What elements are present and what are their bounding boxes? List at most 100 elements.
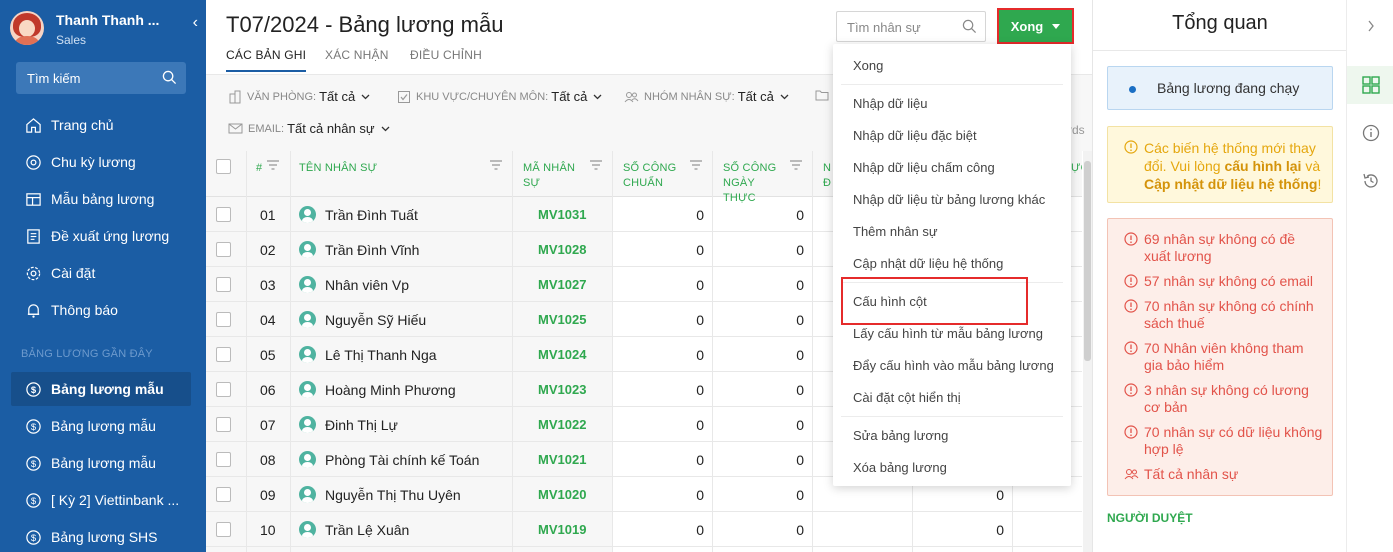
actual-days-cell[interactable]: 0 <box>712 302 804 337</box>
standard-days-cell[interactable]: 0 <box>612 372 704 407</box>
filter-icon[interactable] <box>489 160 503 176</box>
menu-item-edit-payroll[interactable]: Sửa bảng lương <box>853 428 948 443</box>
staff-name-cell[interactable]: Trần Lệ Xuân <box>299 512 409 547</box>
standard-days-cell[interactable]: 0 <box>612 442 704 477</box>
table-row[interactable]: 10 Trần Lệ Xuân MV1019 0 0 0 <box>206 512 1082 547</box>
staff-name-cell[interactable]: Đinh Thị Lự <box>299 407 398 442</box>
tab-records[interactable]: CÁC BẢN GHI <box>226 48 307 72</box>
error-item[interactable]: 70 Nhân viên không tham gia bảo hiểm <box>1124 340 1324 374</box>
error-item[interactable]: 69 nhân sự không có đề xuất lương <box>1124 231 1324 265</box>
filter-office[interactable]: VĂN PHÒNG: Tất cả <box>228 89 370 104</box>
standard-days-cell[interactable]: 0 <box>612 477 704 512</box>
sidebar-recent-item[interactable]: $ Bảng lương mẫu <box>11 446 191 480</box>
staff-code[interactable]: MV1023 <box>538 372 586 407</box>
staff-code[interactable]: MV1019 <box>538 512 586 547</box>
sidebar-item-settings[interactable]: Cài đặt <box>11 256 191 290</box>
sidebar-recent-item[interactable]: $ Bảng lương SHS <box>11 520 191 552</box>
actual-days-cell[interactable]: 0 <box>712 372 804 407</box>
menu-item-import-other-payroll[interactable]: Nhập dữ liệu từ bảng lương khác <box>853 192 1045 207</box>
reconfigure-link[interactable]: cấu hình lại <box>1224 158 1301 174</box>
sidebar-search[interactable]: Tìm kiếm <box>16 62 186 94</box>
tab-adjust[interactable]: ĐIỀU CHỈNH <box>410 48 482 62</box>
staff-name-cell[interactable]: Nhân viên Vp <box>299 267 409 302</box>
actual-days-cell[interactable]: 0 <box>712 442 804 477</box>
sidebar-item-cycle[interactable]: Chu kỳ lương <box>11 145 191 179</box>
staff-name-cell[interactable]: Trần Đình Tuất <box>299 197 418 232</box>
menu-item-import-data[interactable]: Nhập dữ liệu <box>853 96 927 111</box>
sidebar-recent-item[interactable]: $ Bảng lương mẫu <box>11 372 191 406</box>
staff-name-cell[interactable]: Phòng Tài chính kế Toán <box>299 442 479 477</box>
sidebar-recent-item[interactable]: $ Bảng lương mẫu <box>11 409 191 443</box>
standard-days-cell[interactable]: 0 <box>612 232 704 267</box>
staff-code[interactable]: MV1028 <box>538 232 586 267</box>
update-system-data-link[interactable]: Cập nhật dữ liệu hệ thống <box>1144 176 1317 192</box>
row-checkbox[interactable] <box>216 302 231 337</box>
staff-name-cell[interactable]: Nguyễn Thị Thu Uyên <box>299 477 461 512</box>
standard-days-cell[interactable]: 0 <box>612 267 704 302</box>
standard-days-cell[interactable]: 0 <box>612 197 704 232</box>
row-checkbox[interactable] <box>216 337 231 372</box>
chevron-right-icon[interactable] <box>1347 12 1393 40</box>
info-icon[interactable] <box>1347 120 1393 146</box>
staff-code[interactable]: MV1021 <box>538 442 586 477</box>
staff-code[interactable]: MV1022 <box>538 407 586 442</box>
staff-name-cell[interactable]: Hoàng Minh Phương <box>299 372 456 407</box>
value-cell[interactable]: 0 <box>912 512 1004 547</box>
row-checkbox[interactable] <box>216 267 231 302</box>
staff-code[interactable]: MV1031 <box>538 197 586 232</box>
scrollbar-thumb[interactable] <box>1084 161 1091 361</box>
standard-days-cell[interactable]: 0 <box>612 302 704 337</box>
menu-item-add-staff[interactable]: Thêm nhân sự <box>853 224 938 239</box>
filter-icon[interactable] <box>266 160 280 176</box>
staff-code[interactable]: MV1024 <box>538 337 586 372</box>
staff-code[interactable]: MV1025 <box>538 302 586 337</box>
sidebar-item-notifications[interactable]: Thông báo <box>11 293 191 327</box>
row-checkbox[interactable] <box>216 232 231 267</box>
row-checkbox[interactable] <box>216 372 231 407</box>
table-scrollbar[interactable] <box>1083 151 1092 552</box>
staff-name-cell[interactable]: Nguyễn Sỹ Hiếu <box>299 302 426 337</box>
sidebar-item-template[interactable]: Mẫu bảng lương <box>11 182 191 216</box>
user-profile[interactable]: Thanh Thanh ... Sales ‹ <box>10 9 200 49</box>
row-checkbox[interactable] <box>216 197 231 232</box>
row-checkbox[interactable] <box>216 512 231 547</box>
menu-item-update-system-data[interactable]: Cập nhật dữ liệu hệ thống <box>853 256 1003 271</box>
actual-days-cell[interactable]: 0 <box>712 232 804 267</box>
error-item[interactable]: 70 nhân sự không có chính sách thuế <box>1124 298 1324 332</box>
history-icon[interactable] <box>1347 168 1393 194</box>
grid-view-icon[interactable] <box>1347 66 1393 104</box>
staff-code[interactable]: MV1020 <box>538 477 586 512</box>
error-item[interactable]: 70 nhân sự có dữ liệu không hợp lệ <box>1124 424 1324 458</box>
filter-email[interactable]: EMAIL: Tất cả nhân sự <box>228 121 390 136</box>
actual-days-cell[interactable]: 0 <box>712 477 804 512</box>
actual-days-cell[interactable]: 0 <box>712 337 804 372</box>
filter-region[interactable]: KHU VỰC/CHUYÊN MÔN: Tất cả <box>397 89 602 104</box>
collapse-sidebar-icon[interactable]: ‹ <box>193 14 198 32</box>
standard-days-cell[interactable]: 0 <box>612 407 704 442</box>
done-button[interactable]: Xong <box>997 8 1074 44</box>
menu-item-push-config-to-template[interactable]: Đẩy cấu hình vào mẫu bảng lương <box>853 358 1054 373</box>
search-input[interactable]: Tìm nhân sự <box>836 11 986 42</box>
error-item[interactable]: 3 nhân sự không có lương cơ bản <box>1124 382 1324 416</box>
filter-icon[interactable] <box>789 160 803 176</box>
standard-days-cell[interactable]: 0 <box>612 337 704 372</box>
menu-item-import-special[interactable]: Nhập dữ liệu đặc biệt <box>853 128 977 143</box>
standard-days-cell[interactable]: 0 <box>612 512 704 547</box>
row-checkbox[interactable] <box>216 407 231 442</box>
actual-days-cell[interactable]: 0 <box>712 267 804 302</box>
actual-days-cell[interactable]: 0 <box>712 407 804 442</box>
tab-confirm[interactable]: XÁC NHẬN <box>325 48 389 62</box>
row-checkbox[interactable] <box>216 442 231 477</box>
menu-item-done[interactable]: Xong <box>853 58 883 73</box>
sidebar-item-home[interactable]: Trang chủ <box>11 108 191 142</box>
menu-item-get-config-from-template[interactable]: Lấy cấu hình từ mẫu bảng lương <box>853 326 1043 341</box>
all-staff-link[interactable]: Tất cả nhân sự <box>1124 466 1324 483</box>
sidebar-recent-item[interactable]: $ [ Kỳ 2] Viettinbank ... <box>11 483 191 517</box>
select-all-checkbox[interactable] <box>216 151 236 197</box>
filter-icon[interactable] <box>689 160 703 176</box>
actual-days-cell[interactable]: 0 <box>712 197 804 232</box>
menu-item-import-timesheet[interactable]: Nhập dữ liệu chấm công <box>853 160 995 175</box>
menu-item-display-columns[interactable]: Cài đặt cột hiển thị <box>853 390 961 405</box>
filter-icon[interactable] <box>589 160 603 176</box>
menu-item-delete-payroll[interactable]: Xóa bảng lương <box>853 460 947 475</box>
